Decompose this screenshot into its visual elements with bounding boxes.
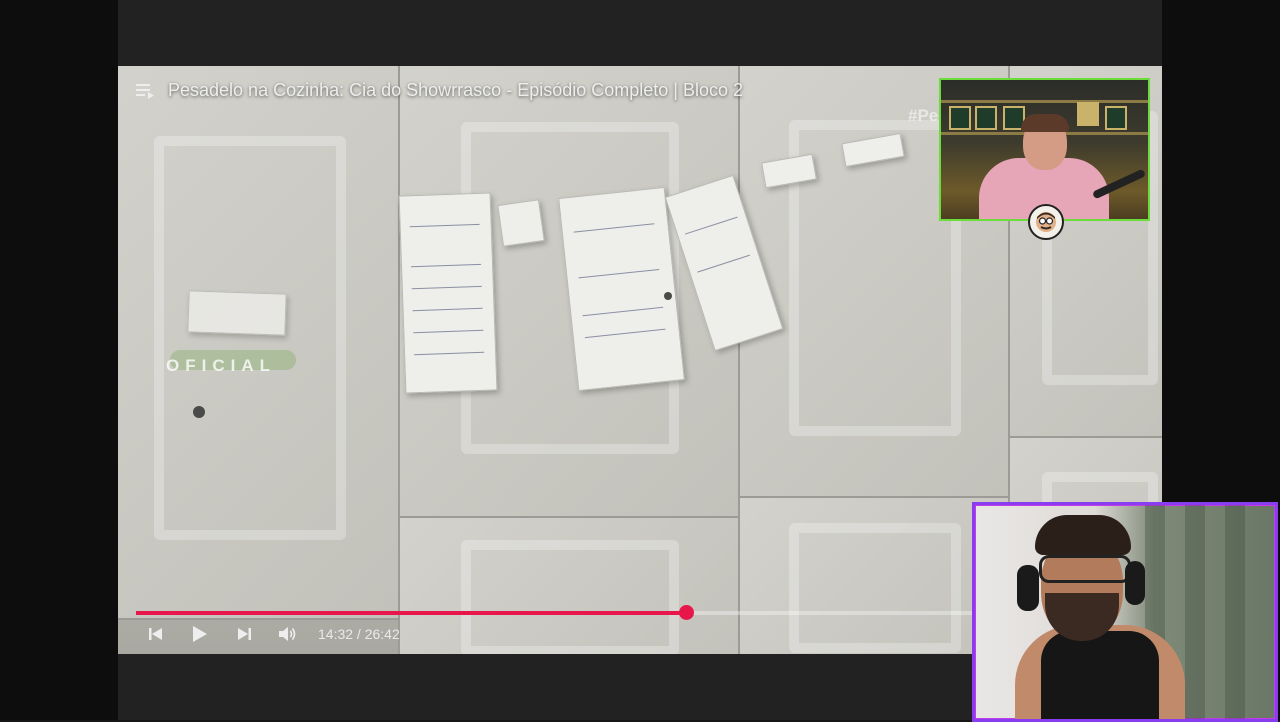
progress-played — [136, 611, 687, 615]
channel-watermark: OFICIAL — [166, 356, 276, 375]
wall-tile — [398, 516, 742, 654]
volume-icon[interactable] — [278, 624, 298, 644]
wall-tile — [118, 66, 402, 620]
player-controls: 14:32 / 26:42 — [146, 624, 400, 644]
left-letterbox — [0, 0, 118, 720]
order-ticket — [398, 192, 498, 394]
tape-patch — [187, 290, 287, 336]
streamer-avatar-icon — [1028, 204, 1064, 240]
video-title-bar: Pesadelo na Cozinha: Cia do Showrrasco -… — [136, 80, 743, 101]
order-ticket — [558, 186, 685, 392]
top-bar — [118, 0, 1162, 66]
play-icon[interactable] — [190, 624, 210, 644]
video-title[interactable]: Pesadelo na Cozinha: Cia do Showrrasco -… — [168, 80, 743, 101]
order-ticket — [497, 199, 545, 247]
skip-previous-icon[interactable] — [146, 624, 166, 644]
hashtag-overlay: #Pe — [908, 106, 939, 125]
screw — [193, 406, 205, 418]
wall-tile — [738, 496, 1012, 654]
screw — [664, 292, 672, 300]
playlist-icon[interactable] — [136, 82, 156, 100]
skip-next-icon[interactable] — [234, 624, 254, 644]
webcam-overlay-top — [939, 78, 1150, 221]
time-display: 14:32 / 26:42 — [318, 626, 400, 642]
webcam-overlay-bottom — [972, 502, 1278, 722]
